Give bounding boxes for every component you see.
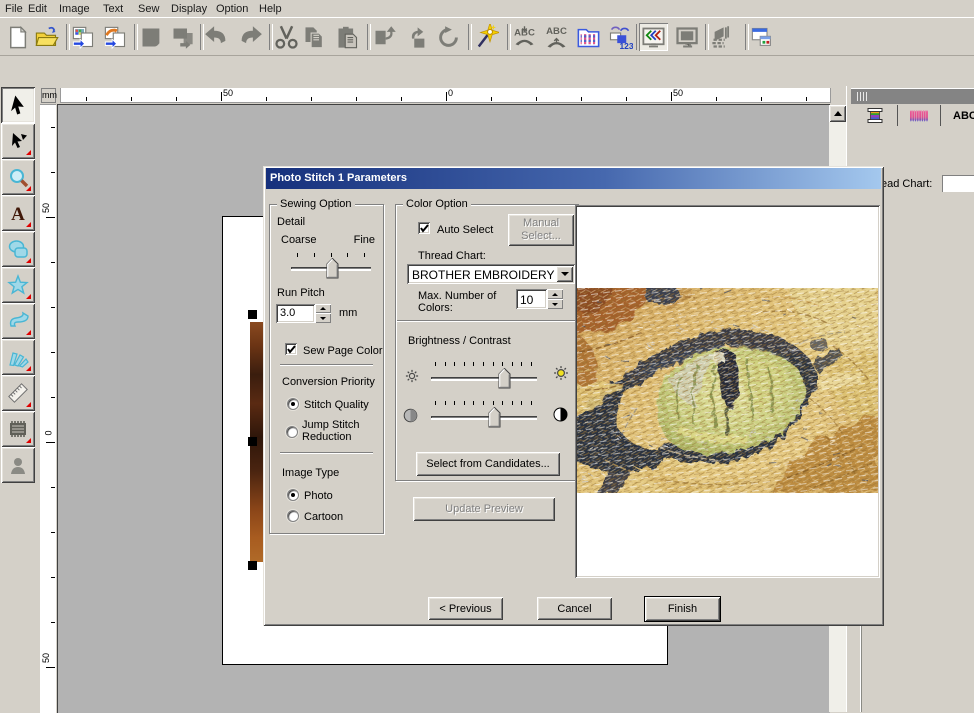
svg-text:A: A — [11, 204, 25, 224]
svg-text:123: 123 — [620, 40, 634, 50]
svg-text:ABC: ABC — [546, 26, 567, 37]
